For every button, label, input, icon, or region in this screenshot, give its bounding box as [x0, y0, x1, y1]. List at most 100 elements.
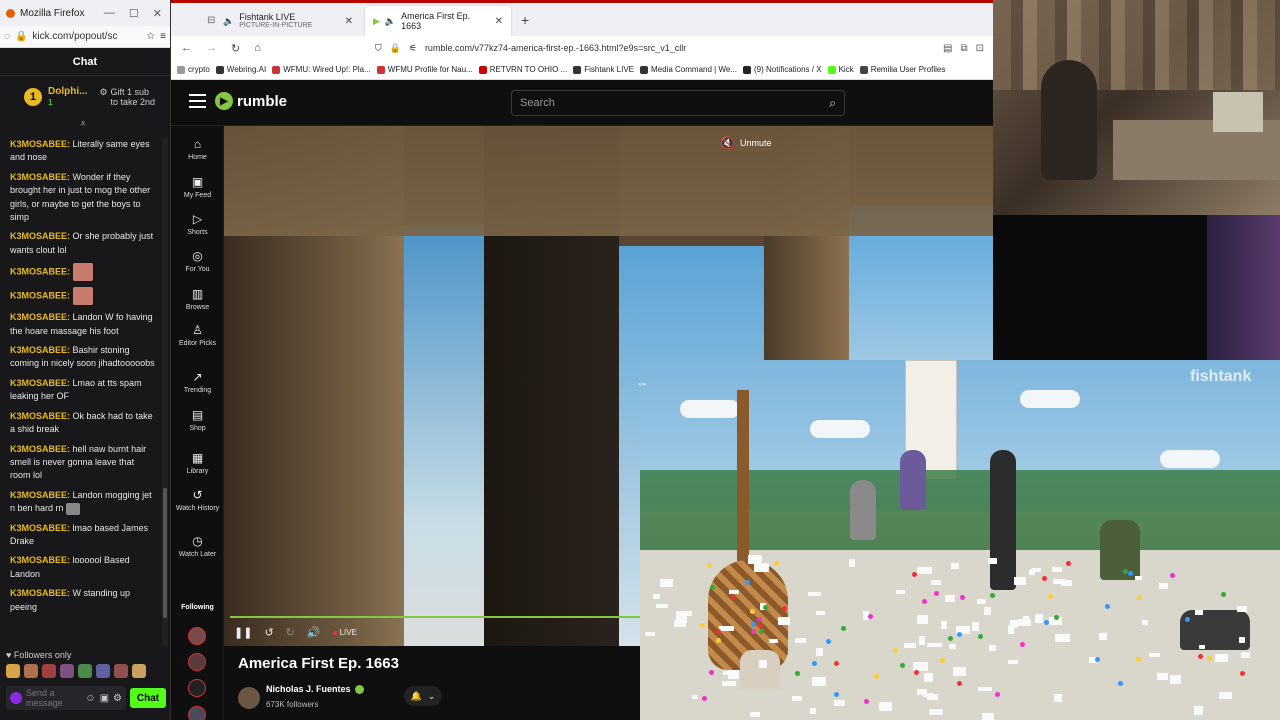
nav-library[interactable]: ▦ Library [171, 452, 224, 476]
nav-shop[interactable]: ▤ Shop [171, 409, 224, 433]
bookmark-item[interactable]: Kick [827, 65, 854, 74]
hamburger-menu-icon[interactable] [189, 94, 206, 108]
chat-scrollbar[interactable] [162, 138, 168, 646]
settings-gear-icon[interactable]: ⚙ [113, 693, 122, 704]
chat-username[interactable]: K3MOSABEE: [10, 378, 70, 388]
tab-overview-icon[interactable]: ⊟ [207, 15, 215, 26]
minimize-button[interactable]: — [104, 7, 115, 20]
live-badge[interactable]: LIVE [333, 628, 357, 637]
chat-username[interactable]: K3MOSABEE: [10, 523, 70, 533]
kick-url-bar[interactable]: ◌ 🔒 kick.com/popout/sc ☆ ≡ [0, 26, 170, 48]
unmute-button[interactable]: 🔇 Unmute [720, 136, 771, 150]
lock-icon[interactable]: 🔒 [390, 43, 401, 54]
nav-watch-later[interactable]: ◷ Watch Later [171, 535, 224, 559]
followed-channel-avatar[interactable] [188, 706, 206, 720]
rewind-button[interactable]: ↺ [264, 626, 273, 639]
nav-shorts[interactable]: ▷ Shorts [171, 213, 224, 237]
chat-input-placeholder[interactable]: Send a message [26, 688, 81, 708]
maximize-button[interactable]: ☐ [129, 7, 139, 20]
emote-picker-icon[interactable]: ☺ [85, 693, 95, 704]
bookmark-item[interactable]: WFMU: Wired Up!: Pla... [272, 65, 371, 74]
channel-info[interactable]: Nicholas J. Fuentes 673K followers [238, 684, 364, 712]
tab-america-first[interactable]: ▶ 🔈 America First Ep. 1663 ✕ [365, 6, 511, 36]
chat-username[interactable]: K3MOSABEE: [10, 588, 70, 598]
followed-channel-avatar[interactable] [188, 627, 206, 645]
nav-watch-history[interactable]: ↺ Watch History [171, 489, 224, 513]
scrollbar-thumb[interactable] [163, 488, 167, 618]
volume-button[interactable]: 🔊 [307, 626, 321, 639]
quick-emote[interactable] [6, 664, 20, 678]
bookmark-item[interactable]: (9) Notifications / X [742, 65, 822, 74]
quick-emote[interactable] [42, 664, 56, 678]
home-button[interactable]: ⌂ [254, 42, 261, 54]
pause-button[interactable]: ❚❚ [234, 626, 252, 639]
rumble-logo[interactable]: ▶ rumble [215, 92, 287, 110]
gift-prompt[interactable]: ⚙ Gift 1 sub to take 2nd [99, 87, 155, 107]
followed-channel-avatar[interactable] [188, 653, 206, 671]
chat-username[interactable]: K3MOSABEE: [10, 312, 70, 322]
url-text[interactable]: rumble.com/v77kz74-america-first-ep.-166… [425, 43, 686, 53]
gift-icon[interactable]: ▣ [100, 693, 109, 704]
tab-audio-icon[interactable]: 🔈 [385, 16, 396, 27]
quick-emote[interactable] [96, 664, 110, 678]
permissions-icon[interactable]: ⚟ [409, 43, 417, 54]
chat-username[interactable]: K3MOSABEE: [10, 555, 70, 565]
progress-bar[interactable] [230, 616, 644, 618]
quick-emote[interactable] [114, 664, 128, 678]
nav-my-feed[interactable]: ▣ My Feed [171, 176, 224, 200]
new-tab-button[interactable]: + [521, 12, 529, 28]
search-placeholder[interactable]: Search [520, 97, 555, 109]
quick-emote[interactable] [60, 664, 74, 678]
quick-emote[interactable] [132, 664, 146, 678]
forward-button[interactable]: → [206, 42, 217, 54]
bookmark-item[interactable]: RETVRN TO OHIO ... [478, 65, 567, 74]
pip-toggle-icon[interactable]: ⧉ [960, 43, 967, 54]
bookmark-star-icon[interactable]: ☆ [146, 31, 155, 42]
channel-avatar[interactable] [238, 687, 260, 709]
forward-button[interactable]: ↻ [286, 626, 295, 639]
notification-bell-button[interactable]: 🔔 ⌄ [404, 686, 442, 706]
address-bar[interactable]: ⛉ 🔒 ⚟ rumble.com/v77kz74-america-first-e… [375, 43, 686, 54]
search-input[interactable]: Search ⌕ [511, 90, 845, 116]
channel-name[interactable]: Nicholas J. Fuentes [266, 684, 364, 694]
bookmark-item[interactable]: Media Command | We... [640, 65, 737, 74]
search-icon[interactable]: ⌕ [829, 96, 836, 111]
chat-username[interactable]: K3MOSABEE: [10, 444, 70, 454]
chat-username[interactable]: K3MOSABEE: [10, 231, 70, 241]
bookmark-item[interactable]: WFMU Profile for Nau... [376, 65, 473, 74]
bookmark-item[interactable]: Webring.AI [215, 65, 266, 74]
chat-username[interactable]: K3MOSABEE: [10, 345, 70, 355]
quick-emote[interactable] [78, 664, 92, 678]
nav-home[interactable]: ⌂ Home [171, 138, 224, 162]
chat-username[interactable]: K3MOSABEE: [10, 172, 70, 182]
chat-username[interactable]: K3MOSABEE: [10, 139, 70, 149]
reload-button[interactable]: ↻ [231, 42, 240, 55]
send-chat-button[interactable]: Chat [130, 688, 166, 708]
tab-close-icon[interactable]: ✕ [495, 16, 503, 27]
fishtank-pip-window[interactable]: fishtank [640, 360, 1280, 720]
chat-username[interactable]: K3MOSABEE: [10, 411, 70, 421]
kick-url[interactable]: kick.com/popout/sc [32, 31, 141, 42]
lock-icon[interactable]: 🔒 [15, 31, 27, 42]
tab-close-icon[interactable]: ✕ [345, 16, 353, 27]
bookmark-item[interactable]: crypto [177, 65, 210, 74]
tracking-shield-icon[interactable]: ⛉ [375, 43, 382, 54]
chat-username[interactable]: K3MOSABEE: [10, 267, 70, 277]
chat-username[interactable]: K3MOSABEE: [10, 291, 70, 301]
chat-username[interactable]: K3MOSABEE: [10, 490, 70, 500]
collapse-arrow-icon[interactable]: ⩡ [80, 118, 86, 131]
nav-for-you[interactable]: ◎ For You [171, 250, 224, 274]
nav-editor-picks[interactable]: ♙ Editor Picks [171, 324, 224, 348]
emote-image[interactable] [72, 263, 93, 282]
quick-emote[interactable] [24, 664, 38, 678]
tab-fishtank-live[interactable]: 🔈 Fishtank LIVE PICTURE-IN-PICTURE ✕ [215, 6, 361, 36]
reader-view-icon[interactable]: ▤ [943, 43, 952, 54]
emote-image[interactable] [66, 502, 81, 515]
nav-trending[interactable]: ↗ Trending [171, 371, 224, 395]
bookmark-item[interactable]: Fishtank LIVE [573, 65, 634, 74]
extensions-icon[interactable]: ⊡ [976, 43, 984, 54]
close-button[interactable]: ✕ [153, 7, 162, 20]
menu-icon[interactable]: ≡ [160, 31, 166, 42]
chat-input[interactable]: Send a message ☺ ▣ ⚙ [6, 686, 126, 710]
pinned-gift-leader[interactable]: 1 Dolphi... 1 ⚙ Gift 1 sub to take 2nd [0, 76, 170, 118]
